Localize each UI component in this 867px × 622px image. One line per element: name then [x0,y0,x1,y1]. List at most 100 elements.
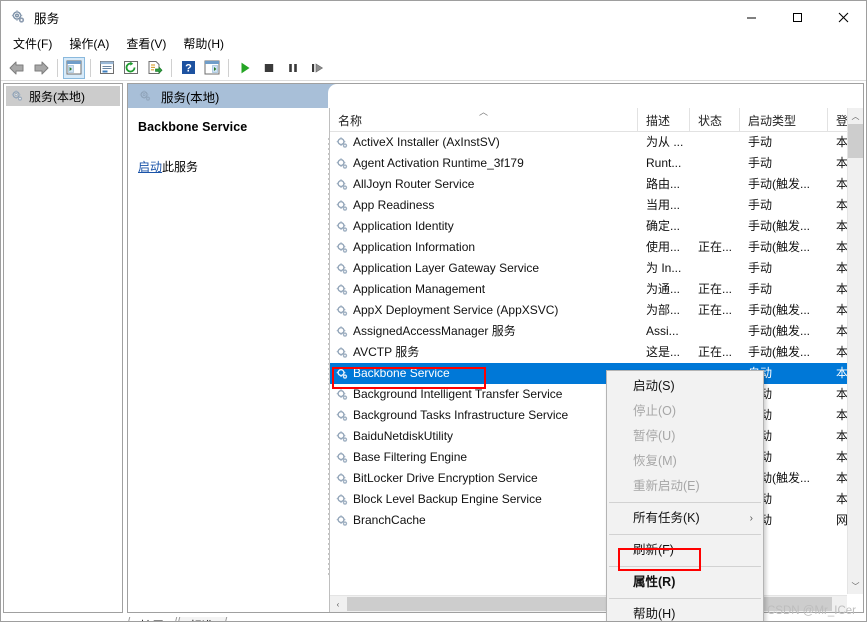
results-pane-header: 服务(本地) [128,84,863,108]
properties-icon[interactable] [96,57,118,79]
cell-description: 当用... [646,198,681,212]
maximize-button[interactable] [774,1,820,33]
column-header-status[interactable]: 状态 [690,108,740,132]
sort-ascending-icon: ︿ [478,108,489,117]
ctx-restart-label: 重新启动(E) [633,479,700,493]
tab-standard-label: 标准 [190,617,214,621]
back-icon[interactable] [6,57,28,79]
table-row[interactable]: AllJoyn Router Service 路由... 手动(触发... 本 [330,174,863,195]
cell-startup-type: 手动 [748,198,773,212]
table-row[interactable]: BitLocker Drive Encryption Service 手动(触发.… [330,468,863,489]
table-row[interactable]: Block Level Backup Engine Service手动本 [330,489,863,510]
stop-service-icon[interactable] [258,57,280,79]
cell-startup-type: 手动(触发... [748,219,810,233]
services-gear-icon [335,367,349,381]
results-pane-title: 服务(本地) [161,90,220,105]
menu-separator [609,598,761,599]
ctx-resume: 恢复(M) [607,449,763,474]
start-service-link[interactable]: 启动 [138,160,162,174]
table-row[interactable]: App Readiness 当用... 手动本 [330,195,863,216]
tree-item-services-local[interactable]: 服务(本地) [6,86,120,106]
table-row[interactable]: Application Identity 确定... 手动(触发... 本 [330,216,863,237]
menu-action[interactable]: 操作(A) [61,34,118,54]
services-gear-icon [335,136,349,150]
column-header-name[interactable]: 名称 ︿ [330,108,638,132]
cell-description: Assi... [646,324,679,338]
pause-service-icon[interactable] [282,57,304,79]
services-gear-icon [335,325,349,339]
table-row[interactable]: BaiduNetdiskUtility手动本 [330,426,863,447]
cell-description: 使用... [646,240,681,254]
ctx-start[interactable]: 启动(S) [607,374,763,399]
vertical-scrollbar[interactable]: ︿ ﹀ [847,108,863,594]
cell-status [690,258,740,279]
table-row[interactable]: Application Information 使用... 正在... 手动(触发..… [330,237,863,258]
tab-standard[interactable]: 标准 [174,617,228,621]
cell-description: 为通... [646,282,681,296]
cell-service-name: Background Tasks Infrastructure Service [330,405,638,426]
table-row[interactable]: Background Intelligent Transfer Service手… [330,384,863,405]
table-row[interactable]: AppX Deployment Service (AppXSVC) 为部... 正在… [330,300,863,321]
service-detail-panel: Backbone Service 启动此服务 [128,108,330,612]
cell-service-name: BranchCache [330,510,638,531]
refresh-icon[interactable] [120,57,142,79]
table-row[interactable]: Agent Activation Runtime_3f179 Runt... 手动本 [330,153,863,174]
cell-service-name: ActiveX Installer (AxInstSV) [330,132,638,153]
export-list-icon[interactable] [144,57,166,79]
cell-status [690,132,740,153]
menu-file[interactable]: 文件(F) [5,34,61,54]
service-name-label: Block Level Backup Engine Service [353,492,542,506]
show-hide-tree-icon[interactable] [63,56,85,79]
ctx-refresh[interactable]: 刷新(F) [607,538,763,563]
ctx-help[interactable]: 帮助(H) [607,602,763,621]
start-service-icon[interactable] [234,57,256,79]
restart-service-icon[interactable] [306,57,328,79]
scroll-up-arrow-icon[interactable]: ︿ [848,108,863,124]
services-gear-icon [335,241,349,255]
table-row[interactable]: Application Management 为通... 正在... 手动本 [330,279,863,300]
service-name-label: AVCTP 服务 [353,345,420,359]
cell-service-name: Base Filtering Engine [330,447,638,468]
cell-description: Runt... [646,156,682,170]
table-row[interactable]: Background Tasks Infrastructure Service自… [330,405,863,426]
menu-help[interactable]: 帮助(H) [175,34,233,54]
help-icon[interactable]: ? [177,57,199,79]
ctx-start-label: 启动(S) [633,379,675,393]
service-name-label: Base Filtering Engine [353,450,468,464]
table-row[interactable]: AVCTP 服务 这是... 正在... 手动(触发... 本 [330,342,863,363]
selected-service-title: Backbone Service [138,120,248,134]
table-row[interactable]: Backbone Service自动本 [330,363,863,384]
services-gear-icon [335,199,349,213]
table-row[interactable]: BranchCache手动网 [330,510,863,531]
table-row[interactable]: ActiveX Installer (AxInstSV) 为从 ... 手动本 [330,132,863,153]
toolbar: ? [1,55,866,81]
minimize-button[interactable] [728,1,774,33]
service-name-label: Backbone Service [353,366,450,380]
services-gear-icon [335,262,349,276]
table-row[interactable]: AssignedAccessManager 服务 Assi... 手动(触发... 本 [330,321,863,342]
cell-service-name: Backbone Service [330,363,638,384]
menu-view[interactable]: 查看(V) [118,34,175,54]
ctx-refresh-label: 刷新(F) [633,543,674,557]
table-row[interactable]: Application Layer Gateway Service 为 In...… [330,258,863,279]
tab-extended-label: 扩展 [140,617,164,621]
scroll-left-arrow-icon[interactable]: ‹ [330,596,346,612]
column-header-startup-type[interactable]: 启动类型 [740,108,828,132]
show-action-pane-icon[interactable] [201,57,223,79]
column-header-description[interactable]: 描述 [638,108,690,132]
services-gear-icon [335,304,349,318]
ctx-properties[interactable]: 属性(R) [607,570,763,595]
cell-startup-type: 手动(触发... [748,345,810,359]
cell-startup-type: 手动(触发... [748,324,810,338]
forward-icon[interactable] [30,57,52,79]
vertical-scrollbar-thumb[interactable] [848,124,863,158]
ctx-all-tasks[interactable]: 所有任务(K) › [607,506,763,531]
close-button[interactable] [820,1,866,33]
submenu-arrow-icon: › [749,513,753,524]
cell-startup-type: 手动(触发... [748,240,810,254]
cell-service-name: Application Identity [330,216,638,237]
cell-service-name: BaiduNetdiskUtility [330,426,638,447]
scroll-down-arrow-icon[interactable]: ﹀ [848,578,863,594]
table-row[interactable]: Base Filtering Engine自动本 [330,447,863,468]
tab-extended[interactable]: 扩展 [124,617,178,621]
